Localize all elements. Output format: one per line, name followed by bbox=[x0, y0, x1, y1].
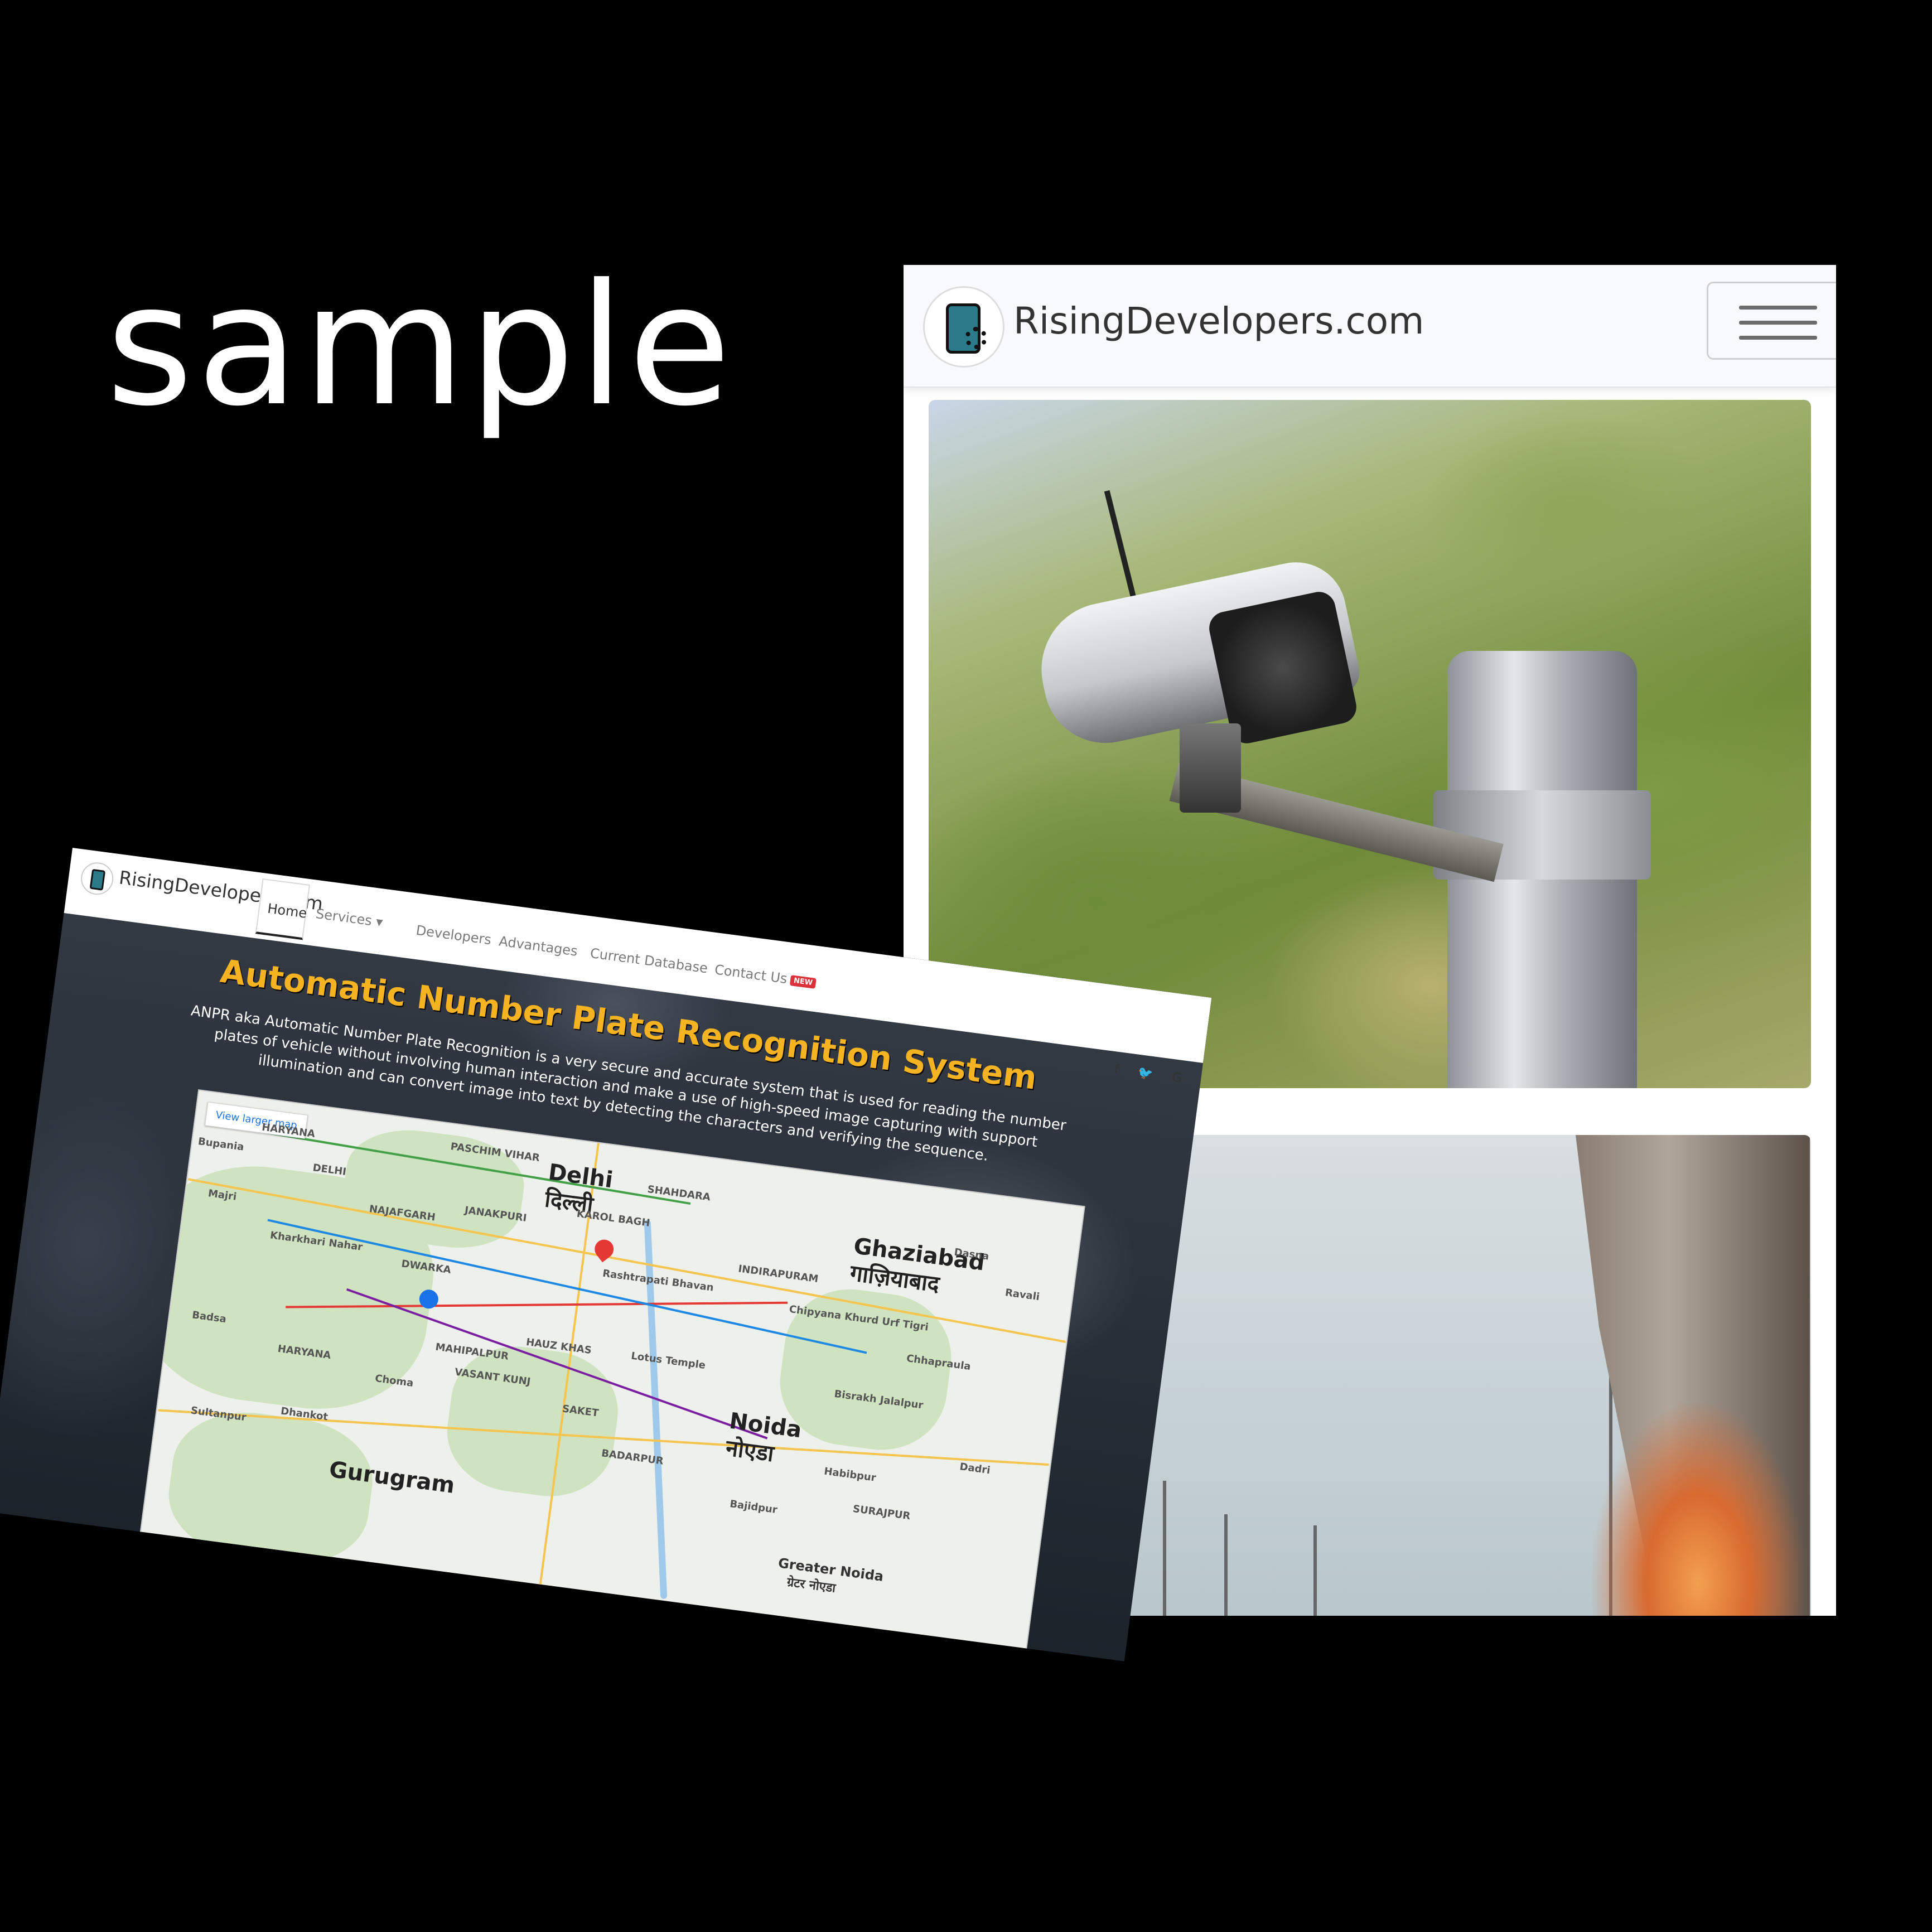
nav-services[interactable]: Services ▾ bbox=[315, 906, 384, 930]
nav-home[interactable]: Home bbox=[255, 878, 311, 940]
nav-current-database[interactable]: Current Database bbox=[589, 945, 708, 976]
nav-developers[interactable]: Developers bbox=[415, 922, 492, 948]
map-label-lotus-temple: Lotus Temple bbox=[630, 1350, 707, 1371]
nav-contact-us[interactable]: Contact Us NEW bbox=[714, 962, 817, 991]
canvas: sample RisingDevelopers.com RisingDevelo… bbox=[0, 0, 1932, 1932]
nav-advantages[interactable]: Advantages bbox=[498, 933, 578, 959]
map-label-habibpur: Habibpur bbox=[823, 1465, 877, 1484]
sample-caption: sample bbox=[106, 248, 735, 443]
mobile-navbar: RisingDevelopers.com bbox=[904, 265, 1836, 388]
map-label-dadri: Dadri bbox=[959, 1461, 991, 1477]
nav-contact-us-label: Contact Us bbox=[713, 962, 789, 987]
map-label-ravali: Ravali bbox=[1004, 1287, 1041, 1303]
map-label-bajidpur: Bajidpur bbox=[729, 1498, 778, 1516]
phone-gear-logo-icon[interactable] bbox=[923, 286, 1004, 368]
hamburger-menu-icon[interactable] bbox=[1707, 282, 1836, 360]
mobile-brand-name[interactable]: RisingDevelopers.com bbox=[1013, 300, 1424, 342]
map-label-surajpur: SURAJPUR bbox=[852, 1503, 911, 1523]
nav-home-label: Home bbox=[266, 900, 308, 921]
phone-gear-logo-icon[interactable] bbox=[79, 860, 115, 897]
map-label-bupania: Bupania bbox=[197, 1135, 245, 1153]
new-badge: NEW bbox=[789, 974, 817, 989]
map-label-rashtrapati-bhavan: Rashtrapati Bhavan bbox=[602, 1267, 714, 1294]
map-label-noida-hindi: नोएडा bbox=[724, 1435, 776, 1467]
